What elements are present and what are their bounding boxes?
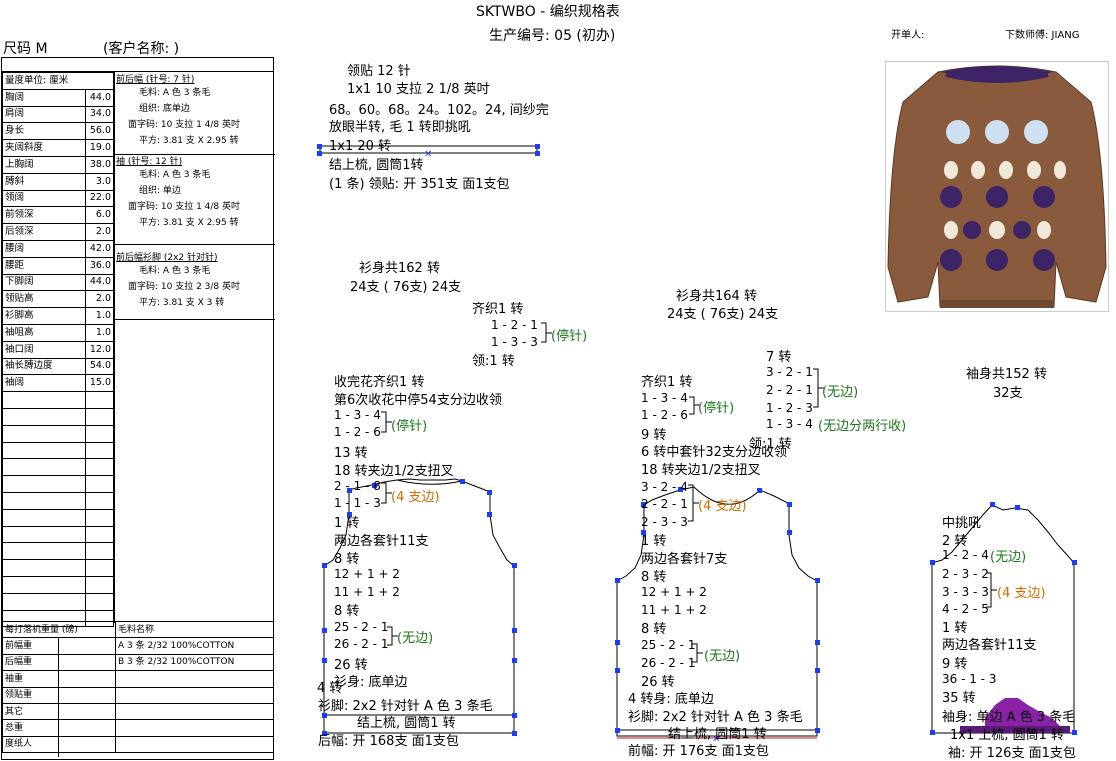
back-shoulder-step: 1 - 2 - 1 [491,318,538,332]
back-line: 衫身: 底单边 [334,675,408,690]
front-line: 11 + 1 + 2 [641,603,707,617]
front-line: 1 - 3 - 4 [766,417,813,431]
sleeve-line: 9 转 [942,657,968,672]
front-line: 6 转中套针32支分边收领 [641,445,787,460]
back-line: 2 - 1 - 8 [334,479,381,493]
back-neck-row: 领:1 转 [472,354,515,369]
front-line: 12 + 1 + 2 [641,585,707,599]
sleeve-no-edge-tag: (无边) [990,550,1027,565]
front-line: 3 - 2 - 4 [641,480,688,494]
back-line: 1 - 3 - 4 [334,408,381,422]
sleeve-line: 35 转 [942,691,976,706]
back-stop-needle-tag: (停针) [551,329,588,344]
back-line: 结上梳, 圆筒1 转 [357,716,456,731]
front-line: 1 转 [641,534,667,549]
front-line: 8 转 [641,622,667,637]
svg-text:✕: ✕ [424,149,432,160]
front-line: 2 - 3 - 3 [641,515,688,529]
front-line: 4 转身: 底单边 [628,692,714,707]
back-line: 两边各套针11支 [334,534,429,549]
front-line: 8 转 [641,570,667,585]
front-line: 齐织1 转 [641,375,693,390]
sleeve-cast-on: 袖: 开 126支 面1支包 [948,746,1076,761]
back-line: 1 - 2 - 6 [334,425,381,439]
sleeve-line: 两边各套针11支 [942,638,1037,653]
front-line: 2 - 2 - 1 [641,497,688,511]
sleeve-line: 4 - 2 - 5 [942,602,989,616]
front-cast-on: 前幅: 开 176支 面1支包 [628,744,769,759]
back-total-rows: 衫身共162 转 [359,261,440,276]
front-line: 3 - 2 - 1 [766,365,813,379]
front-total-rows: 衫身共164 转 [676,289,757,304]
sleeve-edge-tag: (4 支边) [997,586,1046,601]
front-edge-tag: (4 支边) [698,499,747,514]
back-line: 18 转夹边1/2支扭叉 [334,464,454,479]
back-line: 11 + 1 + 2 [334,585,400,599]
sleeve-line: 1 - 2 - 4 [942,548,989,562]
front-no-edge-tag: (无边) [822,385,859,400]
sleeve-line: 中挑吼 [942,516,982,531]
back-line: 12 + 1 + 2 [334,567,400,581]
front-stop-needle-tag: (停针) [698,401,735,416]
back-no-edge-tag: (无边) [397,631,434,646]
front-line: 2 - 2 - 1 [766,383,813,397]
front-line: 26 - 2 - 1 [641,656,696,670]
back-line: 1 - 1 - 3 [334,496,381,510]
sleeve-line: 2 转 [942,534,968,549]
front-line: 1 - 2 - 6 [641,408,688,422]
sleeve-stitch-count: 32支 [993,386,1023,401]
front-line: 18 转夹边1/2支扭叉 [641,463,761,478]
back-line: 收完花齐织1 转 [334,375,425,390]
back-line: 1 转 [334,516,360,531]
back-edge-tag: (4 支边) [391,490,440,505]
back-stop-needle-tag: (停针) [391,419,428,434]
front-split: 24支 ( 76支) 24支 [667,307,779,322]
front-line: 1 - 3 - 4 [641,391,688,405]
back-even-row: 齐织1 转 [472,302,524,317]
front-line: 25 - 2 - 1 [641,638,696,652]
back-line: 26 - 2 - 1 [334,637,389,651]
front-no-edge-tag: (无边) [704,649,741,664]
back-cast-on: 后幅: 开 168支 面1支包 [318,734,459,749]
back-line: 8 转 [334,552,360,567]
front-line: 7 转 [766,350,792,365]
back-split: 24支 ( 76支) 24支 [350,280,462,295]
front-line: 两边各套针7支 [641,552,728,567]
sleeve-line: 袖身: 单边 A 色 3 条毛 [942,710,1076,725]
sleeve-line: 1x1 上梳, 圆筒1 转 [950,728,1065,743]
back-line: 13 转 [334,446,368,461]
back-line: 第6次收花中停54支分边收领 [334,393,502,408]
back-line: 8 转 [334,604,360,619]
sleeve-line: 3 - 3 - 3 [942,585,989,599]
back-line: 25 - 2 - 1 [334,620,389,634]
sleeve-line: 36 - 1 - 3 [942,672,997,686]
sleeve-total-rows: 袖身共152 转 [966,367,1047,382]
front-line: 1 - 2 - 3 [766,401,813,415]
front-no-edge-two-row-tag: (无边分两行收) [818,419,907,434]
back-shoulder-step: 1 - 3 - 3 [491,335,538,349]
sleeve-line: 2 - 3 - 2 [942,567,989,581]
